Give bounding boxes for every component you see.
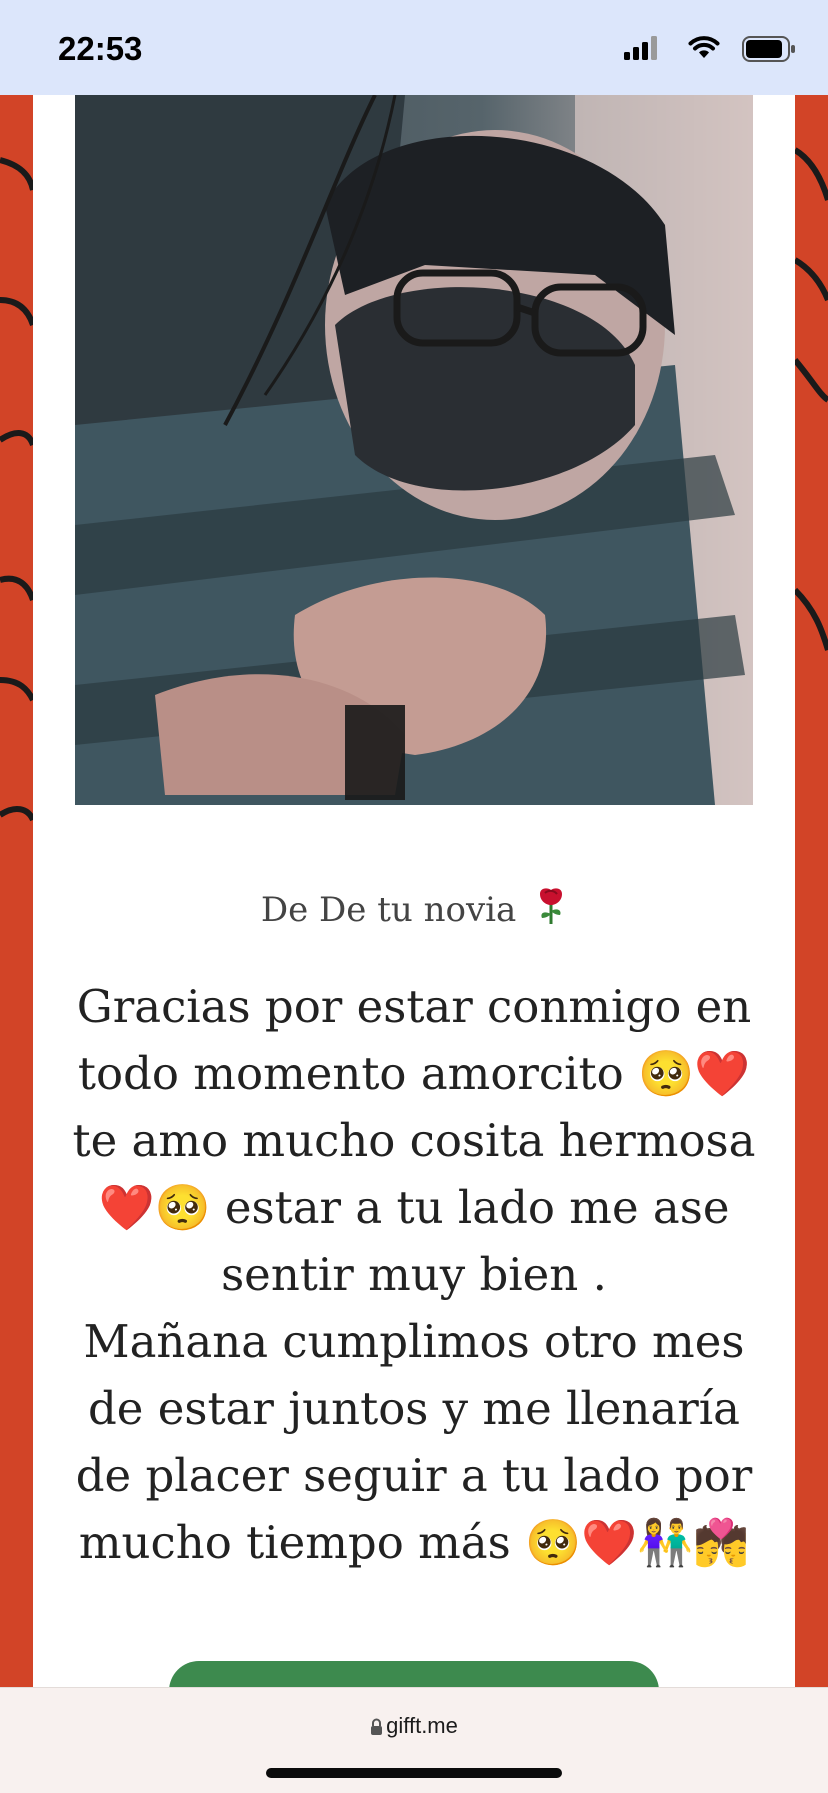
message-line: te amo mucho cosita hermosa xyxy=(72,1114,756,1167)
status-bar: 22:53 xyxy=(0,0,828,95)
message-line: sentir muy bien . xyxy=(221,1248,607,1301)
address-bar[interactable]: gifft.me xyxy=(0,1713,828,1739)
gift-card: De De tu novia Gracias por estar conmigo… xyxy=(33,95,795,1741)
message-line: todo momento amorcito 🥺❤️ xyxy=(77,1047,751,1100)
message-line: de estar juntos y me llenaría xyxy=(88,1382,740,1435)
message-line: mucho tiempo más 🥺❤️👫💏 xyxy=(78,1516,750,1569)
lock-icon xyxy=(371,1718,383,1735)
signal-icon xyxy=(624,36,657,60)
message-line: Gracias por estar conmigo en xyxy=(76,980,752,1033)
couple-photo xyxy=(75,95,753,805)
message-line: ❤️🥺 estar a tu lado me ase xyxy=(98,1181,730,1234)
wifi-icon xyxy=(688,36,720,58)
home-indicator[interactable] xyxy=(266,1768,562,1778)
rose-icon xyxy=(540,888,563,924)
message-line: de placer seguir a tu lado por xyxy=(75,1449,753,1502)
browser-bottom-bar: gifft.me xyxy=(0,1687,828,1793)
sender-text: De De tu novia xyxy=(260,890,517,930)
status-time: 22:53 xyxy=(58,30,143,67)
gift-message: Gracias por estar conmigo en todo moment… xyxy=(53,973,775,1576)
battery-icon xyxy=(742,36,795,62)
couple-photo-image xyxy=(75,95,753,805)
message-line: Mañana cumplimos otro mes xyxy=(83,1315,745,1368)
url-text: gifft.me xyxy=(386,1713,458,1738)
sender-line: De De tu novia xyxy=(33,887,795,930)
